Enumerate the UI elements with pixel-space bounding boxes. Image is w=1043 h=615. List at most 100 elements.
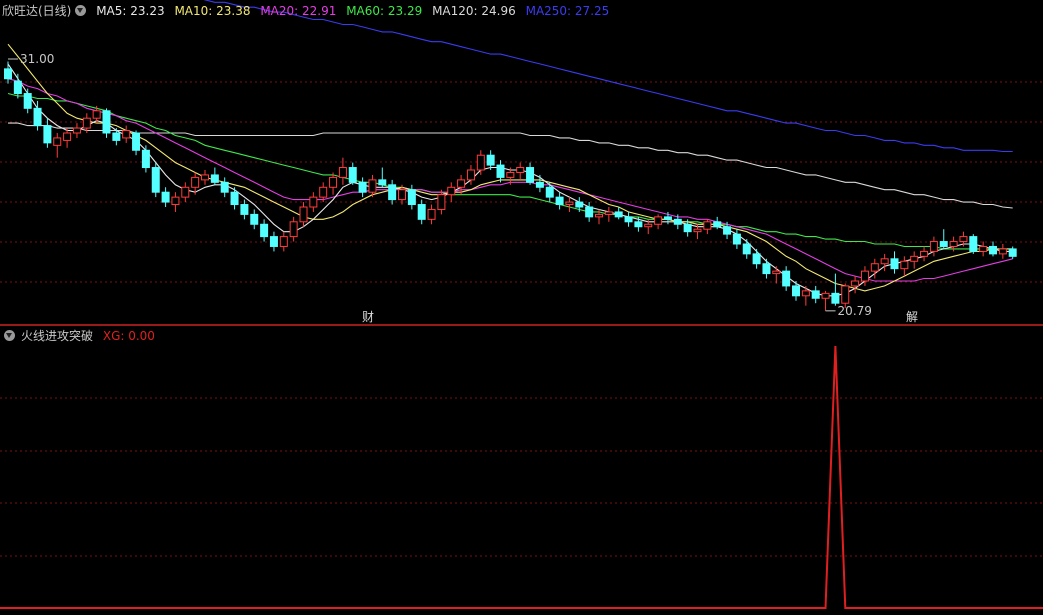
- candle-body: [654, 216, 663, 225]
- candle: [437, 189, 446, 215]
- candle: [624, 211, 633, 227]
- candle-body: [230, 191, 239, 206]
- candle-body: [604, 211, 613, 215]
- indicator-chart[interactable]: [0, 326, 1043, 615]
- candle-body: [82, 117, 91, 129]
- candle-body: [112, 132, 121, 141]
- candle-body: [979, 245, 988, 252]
- candle: [289, 216, 298, 242]
- candle-body: [585, 206, 594, 218]
- candle-body: [220, 181, 229, 193]
- high-price-label: 31.00: [20, 52, 54, 66]
- candle-body: [53, 137, 62, 146]
- candle-body: [171, 196, 180, 206]
- candle-body: [959, 236, 968, 243]
- candle-body: [398, 189, 406, 201]
- event-tag-cai[interactable]: 财: [360, 310, 376, 325]
- candle-body: [811, 290, 820, 299]
- main-chart-pane[interactable]: 31.00 20.79 欣旺达(日线) MA5: 23.23 MA10: 23.3…: [0, 0, 1043, 325]
- candle: [821, 290, 830, 311]
- candle: [496, 160, 505, 183]
- candle-body: [555, 196, 564, 206]
- candle: [201, 170, 209, 185]
- candlestick-chart[interactable]: 31.00 20.79: [0, 0, 1043, 325]
- chevron-down-icon[interactable]: [75, 5, 87, 16]
- candle: [762, 258, 771, 279]
- candle-body: [673, 218, 682, 225]
- candle-body: [437, 194, 446, 210]
- candle: [979, 241, 988, 257]
- candle-body: [319, 186, 328, 198]
- candle-body: [723, 226, 732, 235]
- candle: [279, 231, 288, 252]
- candle-body: [801, 290, 810, 297]
- candle-body: [841, 285, 850, 304]
- candle-body: [348, 167, 357, 183]
- candle-body: [1008, 248, 1017, 257]
- candle: [998, 244, 1007, 259]
- candle-body: [989, 245, 997, 255]
- candle-body: [575, 201, 584, 208]
- candle-body: [13, 80, 22, 95]
- candle-body: [900, 260, 909, 270]
- candle-body: [240, 204, 249, 215]
- candle-body: [269, 236, 278, 247]
- candle: [565, 197, 574, 212]
- candle: [122, 125, 131, 143]
- candle-body: [407, 189, 416, 206]
- candle: [132, 130, 141, 156]
- candle-body: [368, 179, 377, 193]
- candle: [269, 231, 278, 252]
- candle-body: [821, 292, 830, 299]
- candle-body: [732, 233, 741, 245]
- candle-body: [72, 127, 81, 134]
- candle-body: [860, 270, 869, 282]
- candle: [604, 207, 613, 222]
- candle-body: [762, 263, 771, 275]
- ma20-label: MA20: 22.91: [260, 4, 337, 18]
- candle-body: [920, 250, 929, 257]
- candle-body: [486, 154, 495, 166]
- candle-body: [939, 241, 948, 247]
- candle-body: [102, 110, 111, 134]
- candle-body: [526, 167, 535, 183]
- candle-body: [161, 191, 170, 203]
- candle: [811, 285, 820, 304]
- candle: [900, 256, 909, 277]
- candle-body: [358, 181, 367, 193]
- candle-body: [92, 110, 101, 119]
- xg-signal-line: [0, 345, 1043, 609]
- candle-body: [614, 211, 623, 218]
- candle: [388, 179, 397, 205]
- candle-body: [4, 68, 12, 80]
- candle: [732, 229, 741, 249]
- candle-body: [949, 241, 958, 247]
- candle-body: [132, 132, 141, 151]
- candle-body: [516, 167, 525, 173]
- candle: [102, 108, 111, 138]
- candle-body: [309, 196, 318, 208]
- indicator-pane[interactable]: 火线进攻突破 XG: 0.00: [0, 326, 1043, 615]
- candle: [358, 177, 367, 198]
- candle: [851, 276, 860, 294]
- candle-body: [535, 181, 544, 188]
- candle: [447, 182, 456, 203]
- candle: [4, 61, 12, 84]
- candle: [13, 73, 22, 99]
- low-price-label: 20.79: [838, 304, 872, 318]
- chevron-down-icon[interactable]: [4, 330, 15, 341]
- candle: [72, 123, 81, 138]
- candle-body: [63, 132, 72, 141]
- candle-body: [210, 174, 219, 183]
- stock-title: 欣旺达(日线): [2, 4, 72, 18]
- candle: [348, 162, 357, 185]
- candle-body: [792, 285, 800, 297]
- candle: [378, 167, 387, 188]
- candle-body: [23, 93, 32, 109]
- candle: [654, 214, 663, 230]
- candle-body: [595, 213, 603, 218]
- candle: [772, 266, 781, 284]
- event-tag-jie[interactable]: 解: [904, 310, 920, 325]
- candle-body: [457, 179, 466, 188]
- candle: [792, 281, 800, 301]
